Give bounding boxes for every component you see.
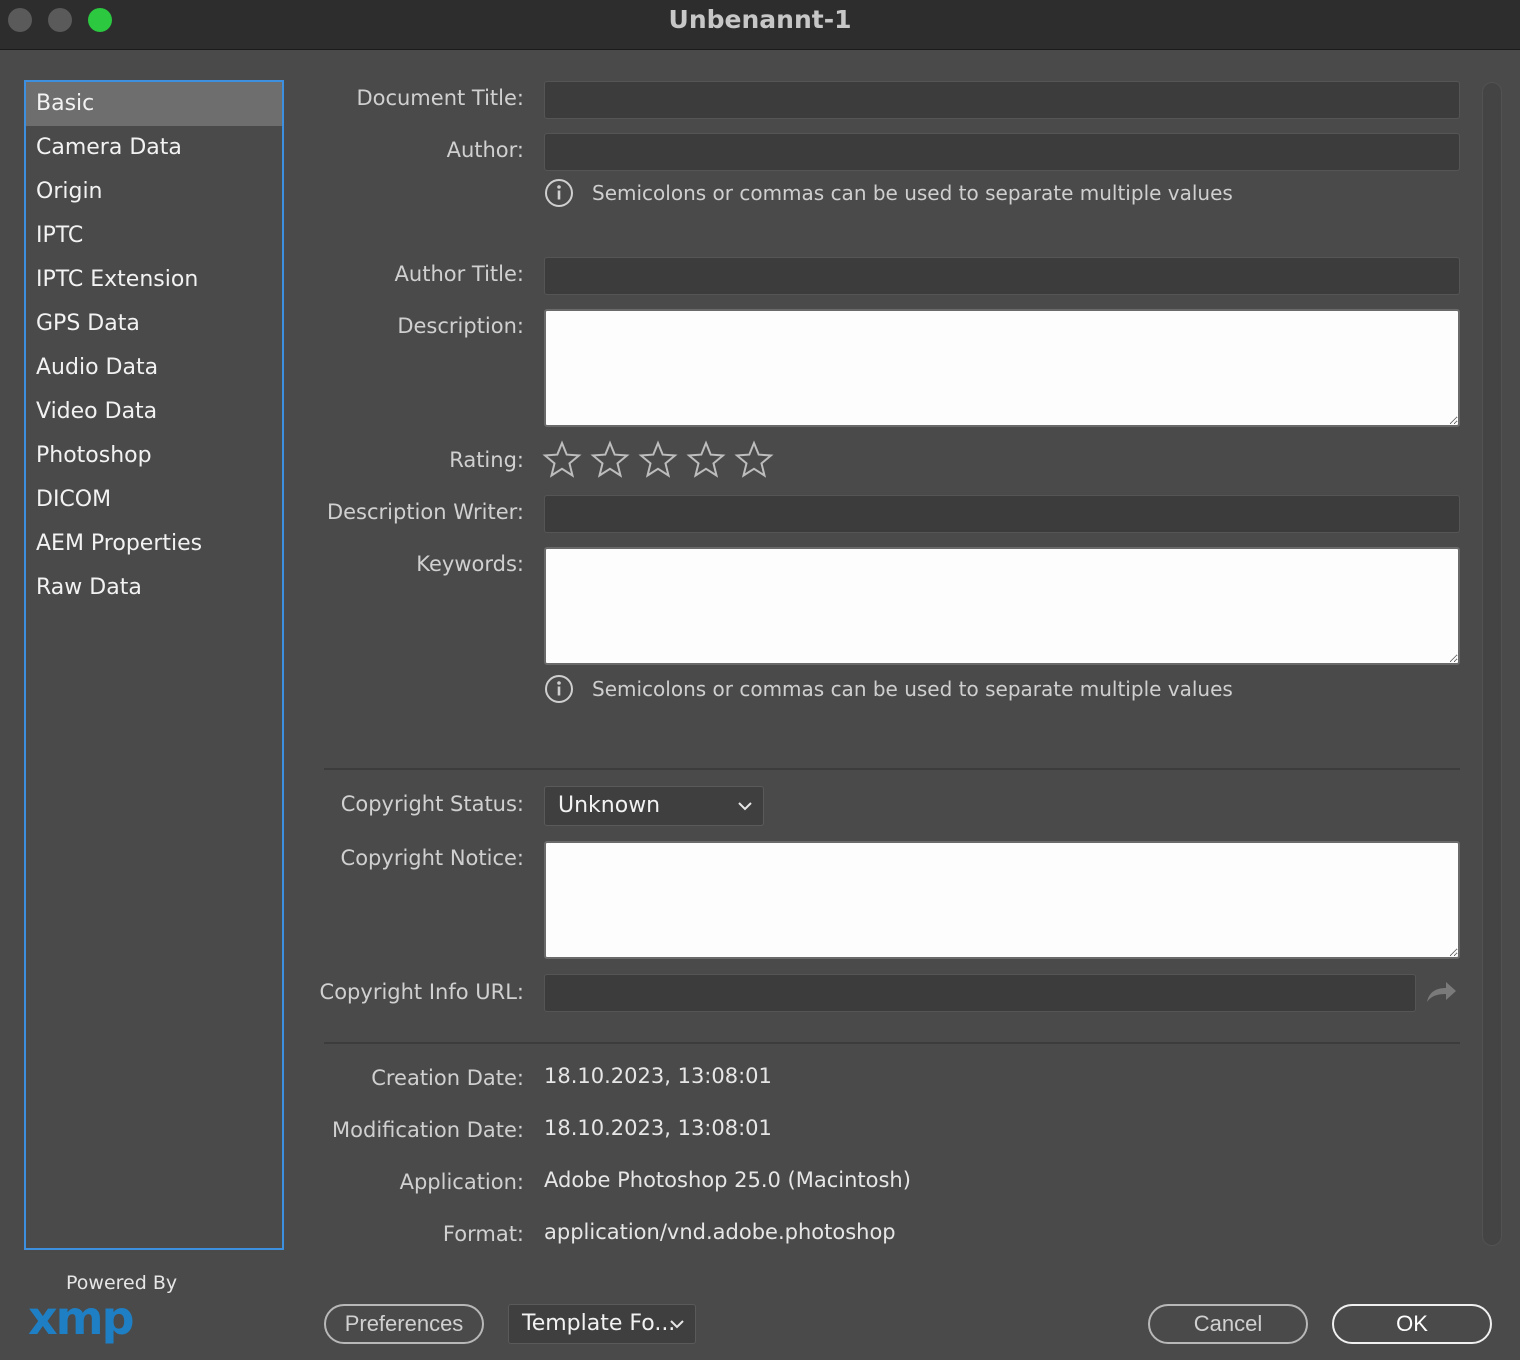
author-label: Author:	[446, 138, 524, 162]
xmp-logo: xmp	[28, 1294, 135, 1345]
powered-by-text: Powered By	[66, 1272, 178, 1294]
document-title-label: Document Title:	[356, 86, 524, 110]
section-divider	[324, 1042, 1460, 1044]
copyright-url-input[interactable]	[544, 974, 1416, 1012]
description-textarea[interactable]	[544, 309, 1460, 427]
xmp-logo-text: xmp	[28, 1294, 133, 1345]
keywords-hint-text: Semicolons or commas can be used to sepa…	[592, 677, 1233, 701]
creation-date-value: 18.10.2023, 13:08:01	[544, 1064, 772, 1088]
rating-stars	[542, 440, 782, 480]
author-hint-text: Semicolons or commas can be used to sepa…	[592, 181, 1233, 205]
copyright-url-label: Copyright Info URL:	[319, 980, 524, 1004]
creation-date-label: Creation Date:	[371, 1066, 524, 1090]
sidebar-item-camera-data[interactable]: Camera Data	[26, 126, 282, 170]
chevron-down-icon	[670, 1320, 684, 1329]
go-to-url-icon[interactable]	[1424, 978, 1458, 1006]
cancel-button[interactable]: Cancel	[1148, 1304, 1308, 1344]
description-label: Description:	[397, 314, 524, 338]
copyright-notice-label: Copyright Notice:	[340, 846, 524, 870]
sidebar-item-audio-data[interactable]: Audio Data	[26, 346, 282, 390]
copyright-status-value: Unknown	[558, 793, 661, 818]
star-icon-2[interactable]	[590, 440, 630, 480]
window-title: Unbenannt-1	[668, 5, 852, 34]
copyright-status-select[interactable]: Unknown	[544, 786, 764, 826]
preferences-button[interactable]: Preferences	[324, 1304, 484, 1344]
sidebar-item-raw-data[interactable]: Raw Data	[26, 566, 282, 610]
sidebar-item-aem-properties[interactable]: AEM Properties	[26, 522, 282, 566]
description-writer-label: Description Writer:	[326, 500, 524, 524]
author-title-label: Author Title:	[394, 262, 524, 286]
copyright-notice-textarea[interactable]	[544, 841, 1460, 959]
chevron-down-icon	[738, 802, 752, 811]
keywords-textarea[interactable]	[544, 547, 1460, 665]
star-icon-3[interactable]	[638, 440, 678, 480]
sidebar-item-iptc[interactable]: IPTC	[26, 214, 282, 258]
star-icon-5[interactable]	[734, 440, 774, 480]
document-title-input[interactable]	[544, 81, 1460, 119]
format-label: Format:	[442, 1222, 524, 1246]
copyright-status-label: Copyright Status:	[340, 792, 524, 816]
star-icon-4[interactable]	[686, 440, 726, 480]
star-icon-1[interactable]	[542, 440, 582, 480]
title-bar: Unbenannt-1	[0, 0, 1520, 50]
sidebar-item-dicom[interactable]: DICOM	[26, 478, 282, 522]
author-hint: Semicolons or commas can be used to sepa…	[544, 178, 1233, 208]
sidebar-item-basic[interactable]: Basic	[26, 82, 282, 126]
sidebar-item-iptc-extension[interactable]: IPTC Extension	[26, 258, 282, 302]
template-folder-label: Template Fo...	[522, 1311, 676, 1336]
template-folder-dropdown[interactable]: Template Fo...	[508, 1304, 696, 1344]
description-writer-input[interactable]	[544, 495, 1460, 533]
vertical-scrollbar[interactable]	[1482, 82, 1502, 1246]
category-sidebar: Basic Camera Data Origin IPTC IPTC Exten…	[24, 80, 284, 1250]
section-divider	[324, 768, 1460, 770]
rating-label: Rating:	[449, 448, 524, 472]
info-icon	[545, 675, 573, 703]
modification-date-value: 18.10.2023, 13:08:01	[544, 1116, 772, 1140]
format-value: application/vnd.adobe.photoshop	[544, 1220, 896, 1244]
info-icon	[545, 179, 573, 207]
sidebar-item-video-data[interactable]: Video Data	[26, 390, 282, 434]
sidebar-item-origin[interactable]: Origin	[26, 170, 282, 214]
keywords-label: Keywords:	[416, 552, 524, 576]
author-title-input[interactable]	[544, 257, 1460, 295]
application-label: Application:	[399, 1170, 524, 1194]
ok-button[interactable]: OK	[1332, 1304, 1492, 1344]
sidebar-item-gps-data[interactable]: GPS Data	[26, 302, 282, 346]
modification-date-label: Modification Date:	[332, 1118, 524, 1142]
author-input[interactable]	[544, 133, 1460, 171]
application-value: Adobe Photoshop 25.0 (Macintosh)	[544, 1168, 911, 1192]
sidebar-item-photoshop[interactable]: Photoshop	[26, 434, 282, 478]
keywords-hint: Semicolons or commas can be used to sepa…	[544, 674, 1233, 704]
